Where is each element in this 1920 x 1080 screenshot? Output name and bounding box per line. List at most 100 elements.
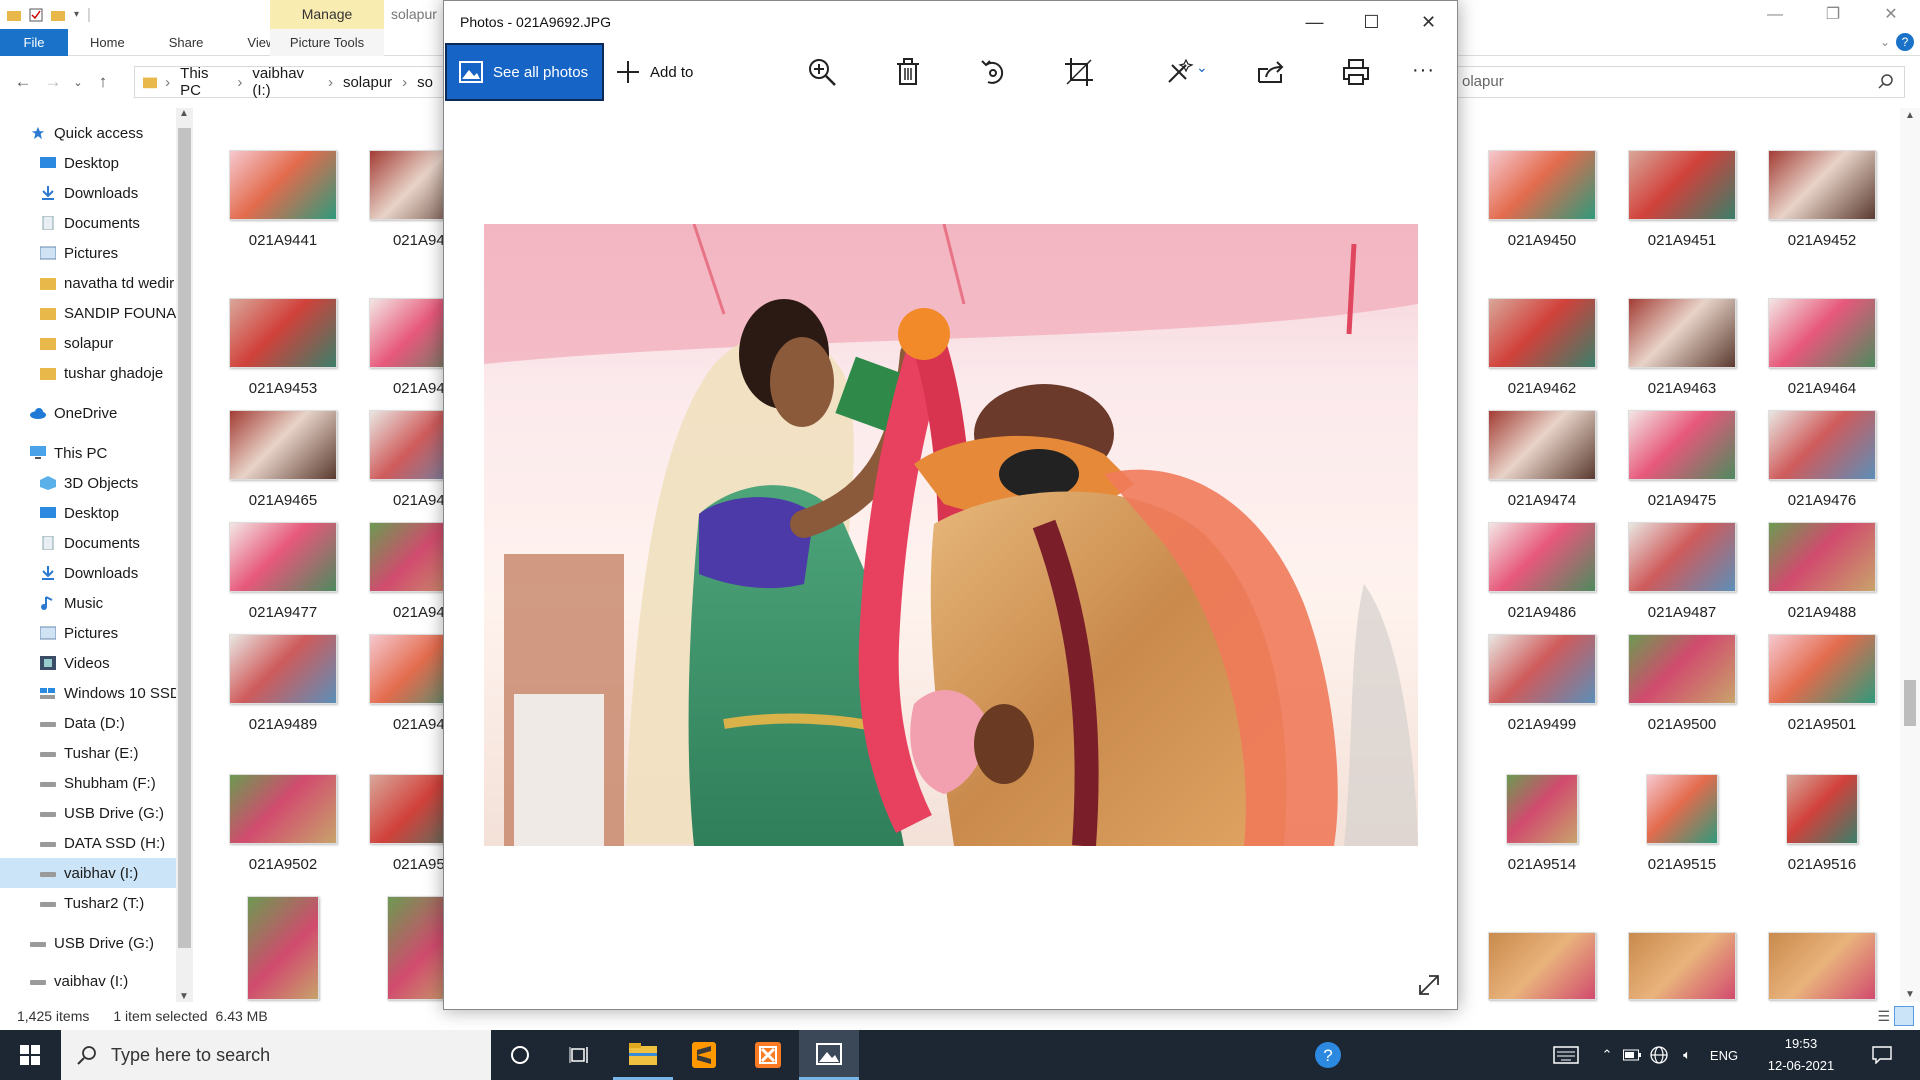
scroll-down-icon[interactable]: ▼ <box>179 991 189 1002</box>
taskbar-search-input[interactable]: Type here to search <box>61 1030 491 1080</box>
tab-file[interactable]: File <box>0 28 68 56</box>
nav-desktop[interactable]: Desktop <box>40 498 195 528</box>
content-scrollbar[interactable]: ▲ ▼ <box>1900 108 1920 1002</box>
nav-folder-solapur[interactable]: solapur <box>40 328 195 358</box>
restore-icon[interactable]: ❐ <box>1804 0 1862 29</box>
file-item[interactable]: 021A9451 <box>1602 150 1742 270</box>
photos-taskbar-icon[interactable] <box>799 1030 859 1080</box>
file-item[interactable]: 021A9500 <box>1602 634 1742 754</box>
help-tray-icon[interactable]: ? <box>1298 1030 1358 1080</box>
nav-folder-navatha[interactable]: navatha td wedir <box>40 268 195 298</box>
breadcrumb-solapur[interactable]: solapur <box>343 74 392 91</box>
nav-drive-t[interactable]: Tushar2 (T:) <box>40 888 195 918</box>
search-input[interactable]: olapur <box>1455 66 1905 98</box>
file-item[interactable]: 021A9514 <box>1462 774 1602 894</box>
language-indicator[interactable]: ENG <box>1704 1030 1744 1080</box>
nav-usb-drive[interactable]: USB Drive (G:) <box>30 928 195 958</box>
file-item[interactable]: 021A9489 <box>203 634 343 754</box>
nav-drive-i-selected[interactable]: vaibhav (I:) <box>0 858 176 888</box>
close-icon[interactable]: ✕ <box>1400 1 1457 43</box>
file-item[interactable]: 021A9476 <box>1742 410 1882 530</box>
scrollbar-thumb[interactable] <box>1904 680 1916 726</box>
minimize-icon[interactable]: — <box>1286 1 1343 43</box>
scroll-down-icon[interactable]: ▼ <box>1905 989 1915 1000</box>
volume-icon[interactable]: 🔈︎ <box>1674 1030 1700 1080</box>
back-icon[interactable]: ← <box>8 72 38 92</box>
file-item[interactable]: 021A9501 <box>1742 634 1882 754</box>
scroll-up-icon[interactable]: ▲ <box>1905 110 1915 121</box>
edit-dropdown-icon[interactable]: ⌄ <box>1196 59 1208 76</box>
breadcrumb-this-pc[interactable]: This PC <box>180 65 227 99</box>
large-icons-view-icon[interactable] <box>1894 1006 1914 1026</box>
breadcrumb-current[interactable]: so <box>417 74 433 91</box>
tab-home[interactable]: Home <box>68 29 147 56</box>
more-options-button[interactable]: ··· <box>1412 59 1435 82</box>
nav-drive-h[interactable]: DATA SSD (H:) <box>40 828 195 858</box>
file-item[interactable]: 021A9515 <box>1602 774 1742 894</box>
properties-icon[interactable] <box>28 7 44 23</box>
start-button[interactable] <box>0 1030 60 1080</box>
delete-icon[interactable] <box>893 57 923 87</box>
maximize-icon[interactable]: ☐ <box>1343 1 1400 43</box>
rotate-icon[interactable] <box>978 57 1008 87</box>
file-item[interactable]: 021A9488 <box>1742 522 1882 642</box>
nav-onedrive[interactable]: OneDrive <box>30 398 195 428</box>
file-item[interactable]: 021A9452 <box>1742 150 1882 270</box>
nav-drive-f[interactable]: Shubham (F:) <box>40 768 195 798</box>
minimize-icon[interactable]: — <box>1746 0 1804 29</box>
nav-drive-g[interactable]: USB Drive (G:) <box>40 798 195 828</box>
edit-enhance-icon[interactable] <box>1164 57 1194 87</box>
nav-folder-tushar[interactable]: tushar ghadoje <box>40 358 195 388</box>
file-item[interactable]: 021A9477 <box>203 522 343 642</box>
task-view-icon[interactable] <box>550 1030 610 1080</box>
taskbar-clock[interactable]: 19:53 12-06-2021 <box>1756 1033 1846 1077</box>
xampp-icon[interactable] <box>738 1030 798 1080</box>
file-item[interactable]: 021A9453 <box>203 298 343 418</box>
keyboard-layout-icon[interactable] <box>1548 1030 1584 1080</box>
network-globe-icon[interactable] <box>1646 1030 1672 1080</box>
print-icon[interactable] <box>1341 57 1371 87</box>
breadcrumb-vaibhav[interactable]: vaibhav (I:) <box>252 65 318 99</box>
nav-documents[interactable]: Documents <box>40 528 195 558</box>
file-item[interactable]: 021A9475 <box>1602 410 1742 530</box>
new-folder-icon[interactable] <box>50 7 66 23</box>
add-to-button[interactable]: Add to <box>616 43 693 101</box>
sublime-text-icon[interactable] <box>674 1030 734 1080</box>
search-icon[interactable] <box>1878 73 1894 89</box>
show-hidden-icons-icon[interactable]: ⌃ <box>1596 1030 1618 1080</box>
zoom-in-icon[interactable] <box>807 57 837 87</box>
ribbon-expand-icon[interactable]: ⌄ <box>1880 35 1890 49</box>
nav-videos[interactable]: Videos <box>40 648 195 678</box>
close-icon[interactable]: ✕ <box>1862 0 1920 29</box>
nav-pictures[interactable]: Pictures <box>40 618 195 648</box>
nav-drive-e[interactable]: Tushar (E:) <box>40 738 195 768</box>
battery-icon[interactable] <box>1620 1030 1644 1080</box>
recent-locations-icon[interactable]: ⌄ <box>68 76 88 89</box>
help-icon[interactable]: ? <box>1896 33 1914 51</box>
nav-downloads-quick[interactable]: Downloads📌 <box>40 178 195 208</box>
nav-drive-d[interactable]: Data (D:) <box>40 708 195 738</box>
nav-this-pc[interactable]: This PC <box>30 438 195 468</box>
forward-icon[interactable]: → <box>38 72 68 92</box>
nav-windows-ssd[interactable]: Windows 10 SSD <box>40 678 195 708</box>
file-item[interactable]: 021A9499 <box>1462 634 1602 754</box>
tab-picture-tools[interactable]: Picture Tools <box>270 29 384 56</box>
file-item[interactable] <box>203 896 343 1016</box>
file-item[interactable]: 021A9441 <box>203 150 343 270</box>
file-item[interactable]: 021A9463 <box>1602 298 1742 418</box>
scroll-up-icon[interactable]: ▲ <box>179 108 189 119</box>
file-item[interactable]: 021A9450 <box>1462 150 1602 270</box>
file-item[interactable]: 021A9487 <box>1602 522 1742 642</box>
nav-folder-sandip[interactable]: SANDIP FOUNAI <box>40 298 195 328</box>
customize-qat-icon[interactable]: ▾ <box>74 9 79 20</box>
nav-desktop-quick[interactable]: Desktop📌 <box>40 148 195 178</box>
nav-downloads[interactable]: Downloads <box>40 558 195 588</box>
expand-icon[interactable] <box>1417 973 1441 997</box>
nav-quick-access[interactable]: Quick access <box>30 118 195 148</box>
file-item[interactable]: 021A9474 <box>1462 410 1602 530</box>
address-bar[interactable]: › This PC › vaibhav (I:) › solapur › so <box>134 65 444 99</box>
nav-documents-quick[interactable]: Documents📌 <box>40 208 195 238</box>
nav-scrollbar[interactable]: ▲ ▼ <box>176 108 193 1002</box>
file-item[interactable]: 021A9502 <box>203 774 343 894</box>
file-item[interactable]: 021A9486 <box>1462 522 1602 642</box>
